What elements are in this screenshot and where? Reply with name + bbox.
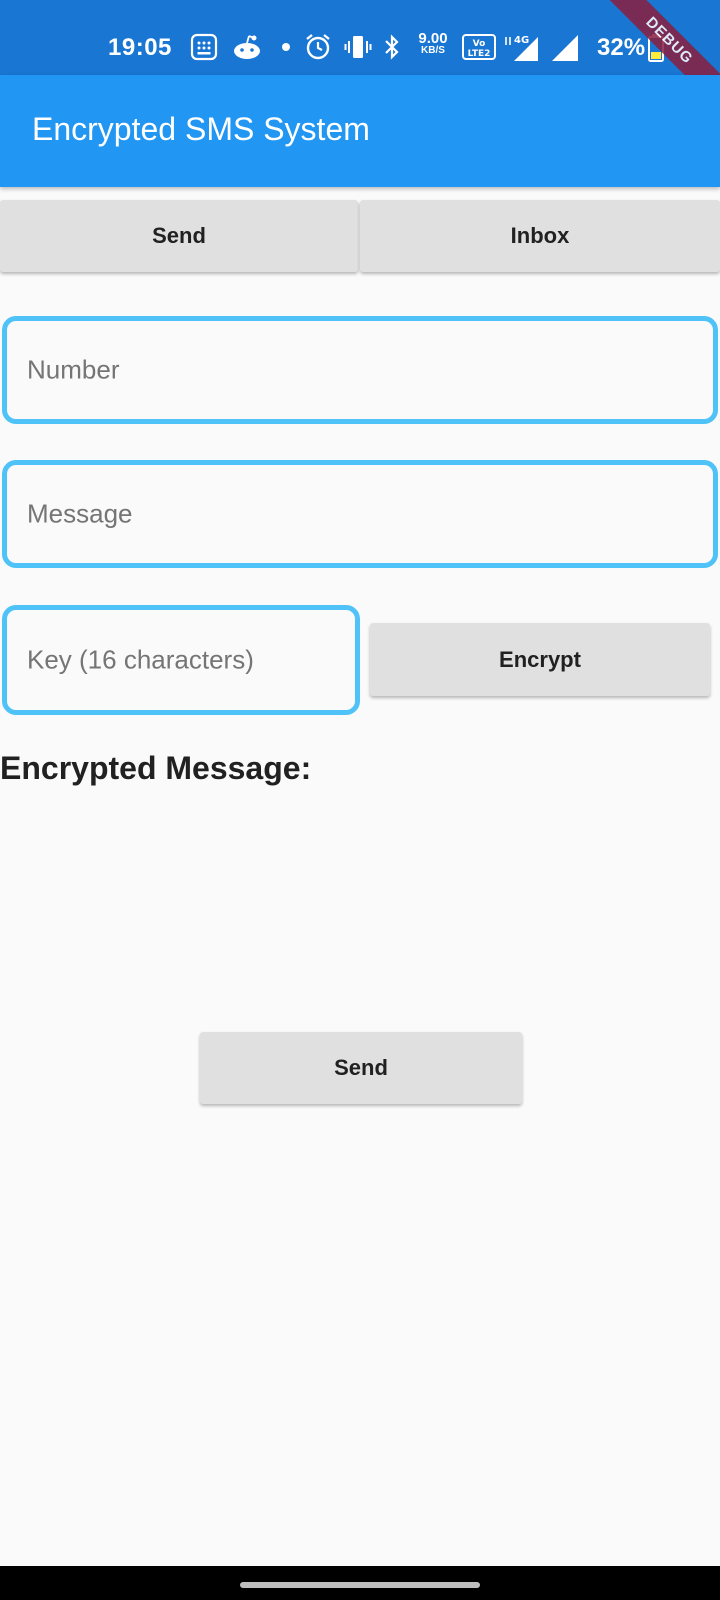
status-bar: 19:05 9.00 KB/S Vo LTE2 4G 32% xyxy=(0,0,720,75)
tab-send[interactable]: Send xyxy=(0,200,358,272)
message-field[interactable]: Message xyxy=(2,460,718,568)
battery-percent: 32% xyxy=(597,34,646,61)
key-field[interactable]: Key (16 characters) xyxy=(2,605,360,715)
alarm-icon xyxy=(306,34,330,60)
app-bar: Encrypted SMS System xyxy=(0,75,720,187)
bluetooth-icon xyxy=(385,34,399,60)
app-title: Encrypted SMS System xyxy=(32,111,370,147)
send-button[interactable]: Send xyxy=(200,1032,522,1104)
number-field[interactable]: Number xyxy=(2,316,718,424)
signal-4g-icon: 4G xyxy=(505,35,538,61)
reddit-icon xyxy=(234,35,260,59)
svg-text:Vo: Vo xyxy=(473,39,486,49)
encrypted-message-heading: Encrypted Message: xyxy=(0,750,312,786)
number-placeholder: Number xyxy=(27,354,120,385)
volte-icon: Vo LTE2 xyxy=(462,34,496,60)
encrypt-button[interactable]: Encrypt xyxy=(370,623,710,696)
signal-icon xyxy=(552,35,578,61)
key-placeholder: Key (16 characters) xyxy=(27,644,254,675)
screen: 19:05 9.00 KB/S Vo LTE2 4G 32% DEBUG Enc… xyxy=(0,0,720,1600)
svg-text:4G: 4G xyxy=(514,35,529,46)
tab-inbox[interactable]: Inbox xyxy=(360,200,720,272)
svg-text:LTE2: LTE2 xyxy=(468,49,491,59)
status-time: 19:05 xyxy=(108,34,172,61)
vibrate-icon xyxy=(344,36,372,58)
dot-icon xyxy=(282,43,290,51)
calculator-icon xyxy=(190,33,218,61)
message-placeholder: Message xyxy=(27,498,133,529)
network-speed-icon: 9.00 KB/S xyxy=(418,30,448,56)
navigation-bar xyxy=(0,1566,720,1600)
gesture-handle[interactable] xyxy=(240,1582,480,1588)
